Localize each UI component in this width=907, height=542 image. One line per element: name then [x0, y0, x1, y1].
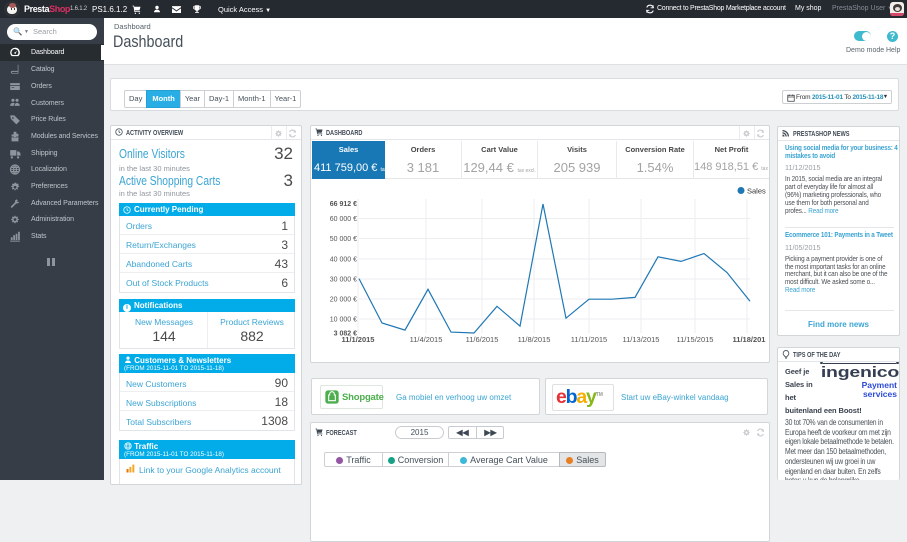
svg-text:40 000 €: 40 000 €: [330, 257, 357, 264]
svg-text:11/18/201: 11/18/201: [733, 335, 766, 344]
svg-text:11/11/2015: 11/11/2015: [571, 335, 607, 344]
svg-text:11/6/2015: 11/6/2015: [466, 335, 499, 344]
svg-text:11/4/2015: 11/4/2015: [410, 335, 443, 344]
svg-text:10 000 €: 10 000 €: [330, 317, 357, 324]
svg-text:11/1/2015: 11/1/2015: [342, 335, 375, 344]
svg-text:Sales: Sales: [747, 187, 766, 196]
svg-text:66 912 €: 66 912 €: [330, 201, 357, 208]
svg-text:50 000 €: 50 000 €: [330, 236, 357, 243]
svg-text:60 000 €: 60 000 €: [330, 216, 357, 223]
svg-text:11/15/2015: 11/15/2015: [677, 335, 714, 344]
svg-text:11/8/2015: 11/8/2015: [518, 335, 551, 344]
svg-text:20 000 €: 20 000 €: [330, 297, 357, 304]
svg-text:30 000 €: 30 000 €: [330, 277, 357, 284]
svg-text:11/13/2015: 11/13/2015: [623, 335, 660, 344]
